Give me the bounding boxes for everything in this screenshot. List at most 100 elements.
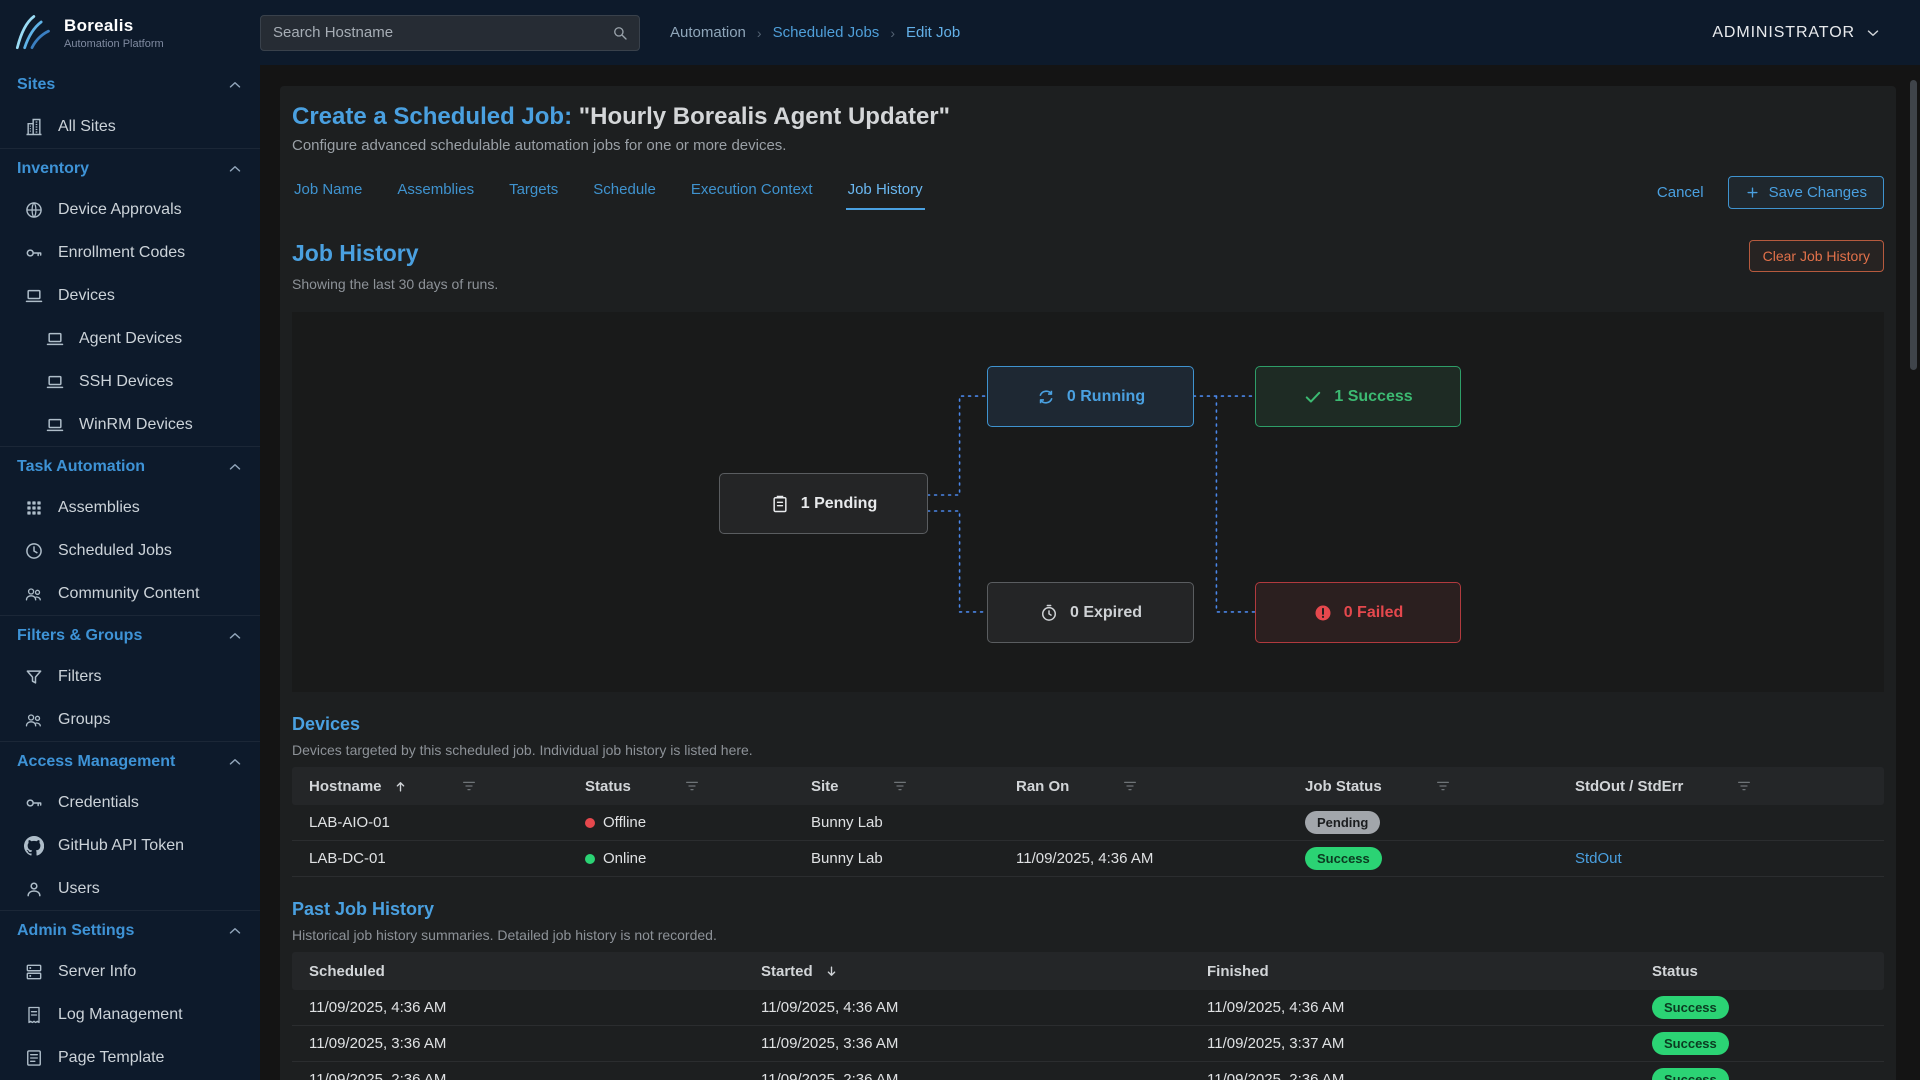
filter-icon[interactable] <box>1435 778 1451 794</box>
flow-node-success: 1 Success <box>1255 366 1461 427</box>
sidebar-item-agent-devices[interactable]: Agent Devices <box>0 317 260 360</box>
column-header-job-status[interactable]: Job Status <box>1288 778 1558 795</box>
sidebar-item-winrm-devices[interactable]: WinRM Devices <box>0 403 260 446</box>
online-status-dot <box>585 854 595 864</box>
breadcrumb-edit-job[interactable]: Edit Job <box>906 24 960 41</box>
tab-schedule[interactable]: Schedule <box>591 175 658 210</box>
stdout-cell: StdOut <box>1558 850 1884 867</box>
column-header-stdout[interactable]: StdOut / StdErr <box>1558 778 1884 795</box>
column-header-hostname[interactable]: Hostname <box>292 778 568 795</box>
chevron-up-icon <box>226 922 244 940</box>
sidebar-item-log-management[interactable]: Log Management <box>0 993 260 1036</box>
site-cell: Bunny Lab <box>794 814 999 831</box>
past-job-history-table-header: Scheduled Started Finished Status <box>292 952 1884 990</box>
sidebar-item-enrollment-codes[interactable]: Enrollment Codes <box>0 231 260 274</box>
past-job-history-section: Past Job History Historical job history … <box>292 899 1884 1080</box>
sidebar-item-device-approvals[interactable]: Device Approvals <box>0 188 260 231</box>
sidebar-item-label: WinRM Devices <box>79 416 193 434</box>
edit-job-card: Create a Scheduled Job: "Hourly Borealis… <box>280 86 1896 1080</box>
people-icon <box>24 584 44 604</box>
sidebar-section-filters-groups[interactable]: Filters & Groups <box>0 615 260 655</box>
sidebar-section-inventory[interactable]: Inventory <box>0 148 260 188</box>
hostname-cell: LAB-AIO-01 <box>292 814 568 831</box>
sidebar-item-server-info[interactable]: Server Info <box>0 950 260 993</box>
filter-icon[interactable] <box>461 778 477 794</box>
save-changes-button[interactable]: Save Changes <box>1728 176 1884 209</box>
column-header-status[interactable]: Status <box>568 778 794 795</box>
sidebar-item-assemblies[interactable]: Assemblies <box>0 486 260 529</box>
column-header-ran-on[interactable]: Ran On <box>999 778 1288 795</box>
flow-node-pending-label: 1 Pending <box>801 495 877 513</box>
tab-targets[interactable]: Targets <box>507 175 560 210</box>
sidebar-item-label: Enrollment Codes <box>58 244 185 262</box>
sidebar-section-sites[interactable]: Sites <box>0 65 260 105</box>
people-icon <box>24 710 44 730</box>
sidebar-section-admin-settings[interactable]: Admin Settings <box>0 910 260 950</box>
main-content: Create a Scheduled Job: "Hourly Borealis… <box>260 65 1920 1080</box>
filter-icon[interactable] <box>1122 778 1138 794</box>
tab-execution-context[interactable]: Execution Context <box>689 175 815 210</box>
filter-icon[interactable] <box>892 778 908 794</box>
tab-assemblies[interactable]: Assemblies <box>395 175 476 210</box>
sidebar-section-task-automation[interactable]: Task Automation <box>0 446 260 486</box>
search-input[interactable] <box>273 24 611 41</box>
plus-icon <box>1745 185 1760 200</box>
column-header-site[interactable]: Site <box>794 778 999 795</box>
cancel-button[interactable]: Cancel <box>1657 184 1704 201</box>
stdout-link[interactable]: StdOut <box>1575 850 1622 867</box>
sidebar-item-label: Agent Devices <box>79 330 182 348</box>
sidebar-item-users[interactable]: Users <box>0 867 260 910</box>
github-icon <box>24 836 44 856</box>
top-bar: Borealis Automation Platform Automation … <box>0 0 1920 65</box>
ran-on-cell: 11/09/2025, 4:36 AM <box>999 850 1288 867</box>
sidebar-item-page-template[interactable]: Page Template <box>0 1036 260 1079</box>
search-icon[interactable] <box>611 24 629 42</box>
sidebar-item-label: Community Content <box>58 585 199 603</box>
sidebar-item-community-content[interactable]: Community Content <box>0 572 260 615</box>
column-header-started[interactable]: Started <box>744 963 1190 980</box>
key-icon <box>24 243 44 263</box>
user-menu[interactable]: ADMINISTRATOR <box>1712 24 1882 42</box>
breadcrumb-automation[interactable]: Automation <box>670 24 746 41</box>
sidebar-item-label: Groups <box>58 711 110 729</box>
page-subtitle: Configure advanced schedulable automatio… <box>292 137 1884 154</box>
sidebar-item-devices[interactable]: Devices <box>0 274 260 317</box>
key-icon <box>24 793 44 813</box>
job-history-subheading: Showing the last 30 days of runs. <box>292 276 498 292</box>
sidebar-item-credentials[interactable]: Credentials <box>0 781 260 824</box>
scrollbar[interactable] <box>1910 80 1917 370</box>
devices-section: Devices Devices targeted by this schedul… <box>292 714 1884 877</box>
status-badge: Success <box>1305 847 1382 871</box>
sort-descending-icon <box>824 964 839 979</box>
status-cell: Success <box>1635 996 1884 1020</box>
column-header-status[interactable]: Status <box>1635 963 1884 980</box>
sidebar-item-filters[interactable]: Filters <box>0 655 260 698</box>
breadcrumb: Automation › Scheduled Jobs › Edit Job <box>670 24 960 41</box>
sidebar-item-label: Device Approvals <box>58 201 182 219</box>
sidebar-item-ssh-devices[interactable]: SSH Devices <box>0 360 260 403</box>
scheduled-cell: 11/09/2025, 3:36 AM <box>292 1035 744 1052</box>
sort-ascending-icon <box>393 779 408 794</box>
column-header-scheduled[interactable]: Scheduled <box>292 963 744 980</box>
sidebar-item-label: Server Info <box>58 963 136 981</box>
sidebar-item-scheduled-jobs[interactable]: Scheduled Jobs <box>0 529 260 572</box>
sidebar-section-label: Inventory <box>17 160 226 178</box>
status-badge: Success <box>1652 1032 1729 1056</box>
breadcrumb-scheduled-jobs[interactable]: Scheduled Jobs <box>773 24 880 41</box>
filter-icon[interactable] <box>684 778 700 794</box>
hostname-search[interactable] <box>260 15 640 51</box>
sidebar-item-all-sites[interactable]: All Sites <box>0 105 260 148</box>
sidebar-item-label: Log Management <box>58 1006 183 1024</box>
filter-icon[interactable] <box>1736 778 1752 794</box>
status-badge: Success <box>1652 1068 1729 1080</box>
clear-job-history-button[interactable]: Clear Job History <box>1749 240 1884 272</box>
sidebar-item-github-api-token[interactable]: GitHub API Token <box>0 824 260 867</box>
column-header-finished[interactable]: Finished <box>1190 963 1635 980</box>
past-job-history-subheading: Historical job history summaries. Detail… <box>292 927 1884 943</box>
tab-job-name[interactable]: Job Name <box>292 175 364 210</box>
tab-job-history[interactable]: Job History <box>846 175 925 210</box>
sidebar-section-access-management[interactable]: Access Management <box>0 741 260 781</box>
scheduled-cell: 11/09/2025, 4:36 AM <box>292 999 744 1016</box>
page-title-prefix: Create a Scheduled Job: <box>292 103 572 130</box>
sidebar-item-groups[interactable]: Groups <box>0 698 260 741</box>
